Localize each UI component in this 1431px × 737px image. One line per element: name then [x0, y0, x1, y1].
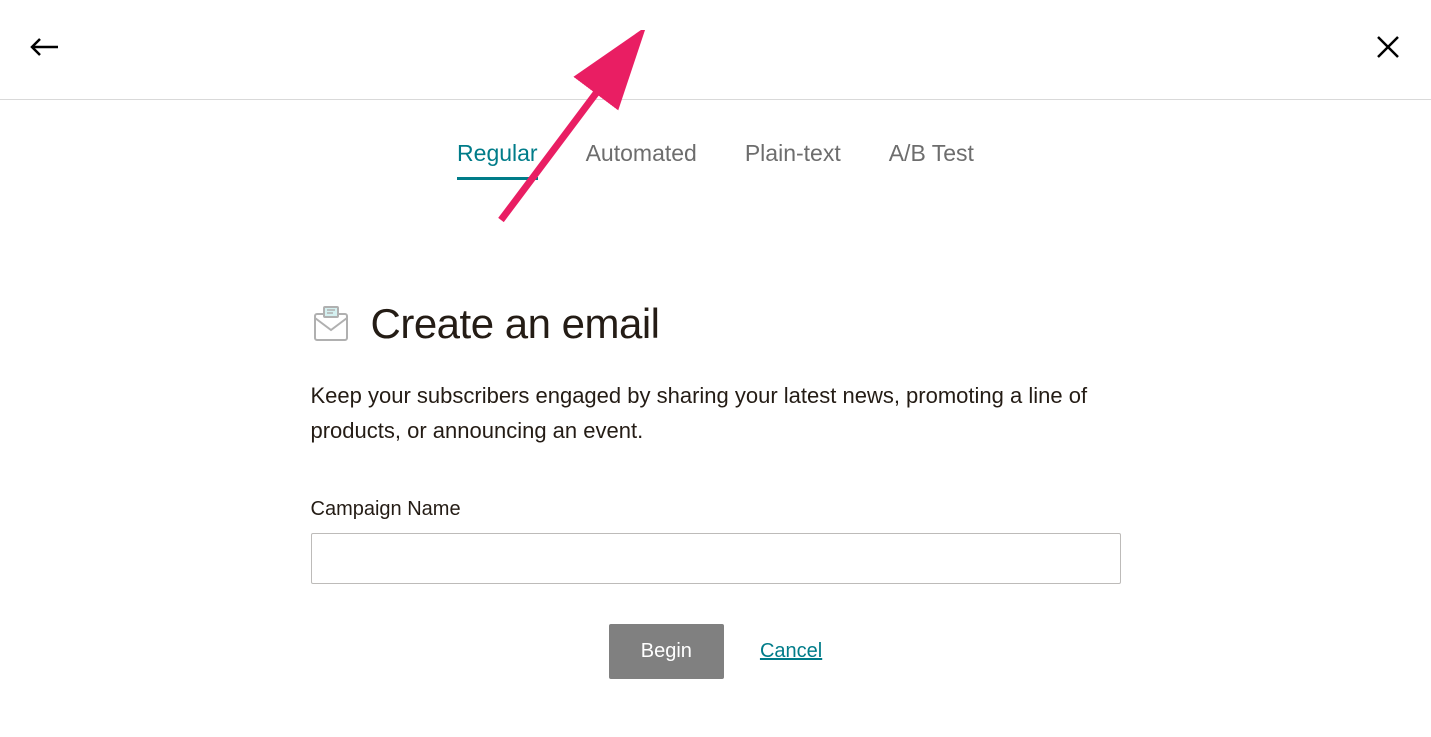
- page-description: Keep your subscribers engaged by sharing…: [311, 378, 1121, 448]
- title-row: Create an email: [311, 300, 1121, 348]
- begin-button[interactable]: Begin: [609, 624, 724, 679]
- email-icon: [311, 304, 351, 344]
- close-icon: [1375, 34, 1401, 60]
- tabs-container: Regular Automated Plain-text A/B Test: [0, 100, 1431, 200]
- header-bar: [0, 0, 1431, 100]
- tab-plain-text[interactable]: Plain-text: [745, 140, 841, 180]
- campaign-name-input[interactable]: [311, 533, 1121, 584]
- tab-regular[interactable]: Regular: [457, 140, 538, 180]
- button-row: Begin Cancel: [311, 624, 1121, 679]
- back-button[interactable]: [30, 35, 60, 64]
- campaign-name-label: Campaign Name: [311, 498, 1121, 521]
- content-container: Create an email Keep your subscribers en…: [291, 200, 1141, 699]
- cancel-link[interactable]: Cancel: [760, 640, 822, 663]
- tab-ab-test[interactable]: A/B Test: [889, 140, 974, 180]
- page-title: Create an email: [371, 300, 660, 348]
- close-button[interactable]: [1375, 34, 1401, 65]
- tab-automated[interactable]: Automated: [586, 140, 697, 180]
- arrow-left-icon: [30, 35, 60, 59]
